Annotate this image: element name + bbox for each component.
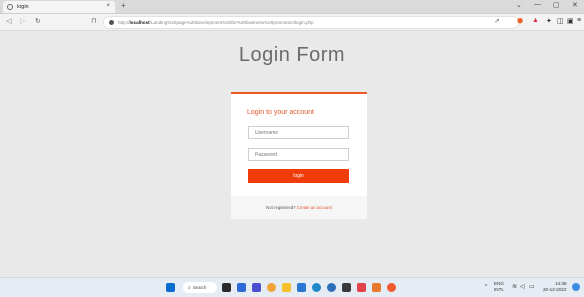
- edge-icon[interactable]: [312, 283, 321, 292]
- sidebar-icon[interactable]: ◫: [557, 17, 564, 25]
- notification-icon[interactable]: [572, 283, 580, 291]
- clock-time[interactable]: 14:38: [555, 281, 567, 286]
- lang-top[interactable]: ENG: [494, 281, 504, 286]
- tab-close-icon[interactable]: ×: [106, 3, 110, 9]
- chat-icon[interactable]: [252, 283, 261, 292]
- brave-shield-icon[interactable]: ⬢: [517, 17, 523, 25]
- bookmark-icon[interactable]: ⊓: [91, 17, 96, 25]
- password-input[interactable]: [248, 148, 349, 161]
- wallet-icon[interactable]: ▣: [567, 17, 574, 25]
- browser-toolbar: ◁ ▷ ↻ ⊓ http:// localhost /Landing%20pag…: [0, 14, 584, 31]
- create-account-link[interactable]: Create an account: [297, 205, 332, 210]
- maximize-button[interactable]: ▢: [553, 1, 560, 9]
- favicon-icon: [7, 4, 13, 10]
- new-tab-button[interactable]: +: [121, 1, 126, 10]
- login-card: Login to your account login Not register…: [231, 92, 367, 219]
- widgets-icon[interactable]: [237, 283, 246, 292]
- extensions-icon[interactable]: ✦: [546, 17, 552, 25]
- lang-bottom[interactable]: INTL: [494, 287, 504, 292]
- rewards-icon[interactable]: ▲: [532, 17, 539, 24]
- brave-icon[interactable]: [387, 283, 396, 292]
- close-window-button[interactable]: ✕: [572, 1, 578, 9]
- tab-search-icon[interactable]: ⌄: [516, 1, 522, 9]
- app-icon-3[interactable]: [372, 283, 381, 292]
- url-scheme: http://: [118, 20, 130, 25]
- app-icon-2[interactable]: [357, 283, 366, 292]
- clock-date[interactable]: 20-12-2022: [543, 287, 567, 292]
- wifi-icon[interactable]: ≋: [512, 283, 517, 290]
- minimize-button[interactable]: —: [534, 1, 541, 8]
- back-icon[interactable]: ◁: [6, 17, 11, 25]
- file-explorer-icon[interactable]: [282, 283, 291, 292]
- app-icon[interactable]: [327, 283, 336, 292]
- windows-start-icon[interactable]: [166, 283, 175, 292]
- site-info-icon[interactable]: [109, 20, 114, 25]
- chrome-icon[interactable]: [267, 283, 276, 292]
- footer-text: Not registered?: [266, 205, 297, 210]
- card-footer: Not registered? Create an account: [231, 196, 367, 219]
- terminal-icon[interactable]: [342, 283, 351, 292]
- volume-icon[interactable]: ◁: [520, 283, 525, 290]
- menu-icon[interactable]: ≡: [577, 17, 581, 24]
- reload-icon[interactable]: ↻: [35, 17, 41, 25]
- url-path: /Landing%20page%20development%20for%20bu…: [149, 20, 314, 25]
- search-label: Search: [192, 285, 207, 290]
- taskbar-search[interactable]: ⌕ Search: [183, 282, 217, 293]
- share-icon[interactable]: ⇗: [494, 17, 500, 25]
- tray-chevron-icon[interactable]: ^: [485, 284, 487, 290]
- battery-icon[interactable]: ▭: [529, 283, 535, 290]
- store-icon[interactable]: [297, 283, 306, 292]
- tab-strip: login × + ⌄ — ▢ ✕: [0, 0, 584, 14]
- url-host: localhost: [129, 20, 150, 25]
- search-icon: ⌕: [188, 284, 191, 291]
- forward-icon[interactable]: ▷: [20, 17, 25, 25]
- login-button[interactable]: login: [248, 169, 349, 183]
- task-view-icon[interactable]: [222, 283, 231, 292]
- tab-title: login: [17, 4, 29, 10]
- browser-tab[interactable]: login ×: [3, 1, 115, 13]
- card-heading: Login to your account: [247, 109, 314, 116]
- address-bar[interactable]: http:// localhost /Landing%20page%20deve…: [103, 16, 519, 29]
- page-title: Login Form: [238, 44, 346, 66]
- taskbar: ⌕ Search ^ ENG INTL ≋ ◁ ▭ 14:38 20-12-20…: [0, 277, 584, 297]
- username-input[interactable]: [248, 126, 349, 139]
